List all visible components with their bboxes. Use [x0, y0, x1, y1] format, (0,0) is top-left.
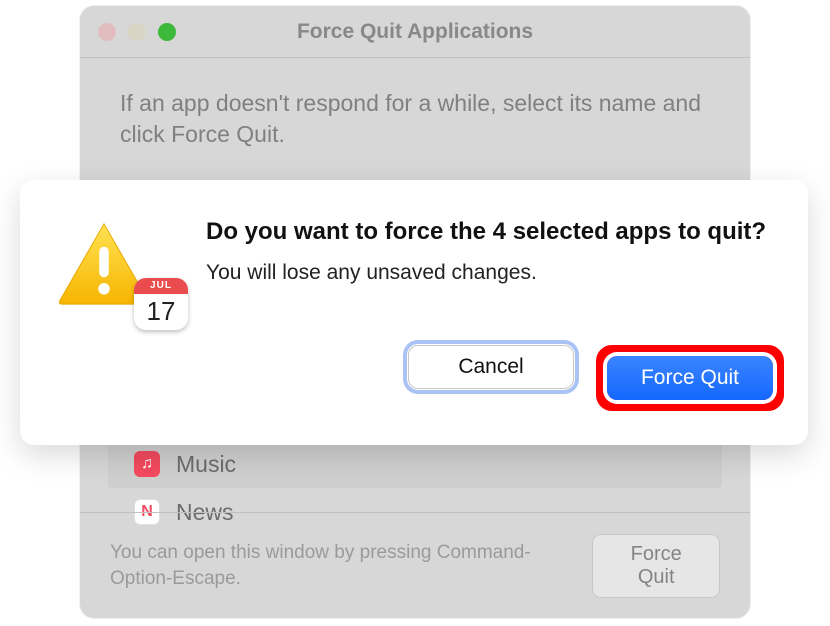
list-item[interactable]: ♫ Music — [108, 440, 722, 488]
calendar-day: 17 — [134, 294, 188, 328]
calendar-icon: JUL 17 — [134, 278, 188, 330]
dialog-message: You will lose any unsaved changes. — [206, 261, 780, 285]
cancel-button[interactable]: Cancel — [408, 345, 574, 389]
minimize-icon[interactable] — [128, 23, 146, 41]
window-footer: You can open this window by pressing Com… — [80, 512, 750, 618]
calendar-month: JUL — [134, 278, 188, 294]
force-quit-button[interactable]: Force Quit — [592, 534, 720, 598]
maximize-icon[interactable] — [158, 23, 176, 41]
confirm-force-quit-button[interactable]: Force Quit — [607, 356, 773, 400]
traffic-lights — [98, 23, 176, 41]
app-name: Music — [176, 451, 236, 478]
window-title: Force Quit Applications — [80, 20, 750, 44]
dialog-title: Do you want to force the 4 selected apps… — [206, 216, 780, 247]
confirm-dialog: JUL 17 Do you want to force the 4 select… — [20, 180, 808, 445]
highlight-annotation: Force Quit — [596, 345, 784, 411]
warning-icon: JUL 17 — [56, 212, 176, 311]
footer-hint: You can open this window by pressing Com… — [110, 540, 592, 591]
close-icon[interactable] — [98, 23, 116, 41]
titlebar: Force Quit Applications — [80, 6, 750, 58]
music-icon: ♫ — [134, 451, 160, 477]
instruction-text: If an app doesn't respond for a while, s… — [80, 58, 750, 172]
